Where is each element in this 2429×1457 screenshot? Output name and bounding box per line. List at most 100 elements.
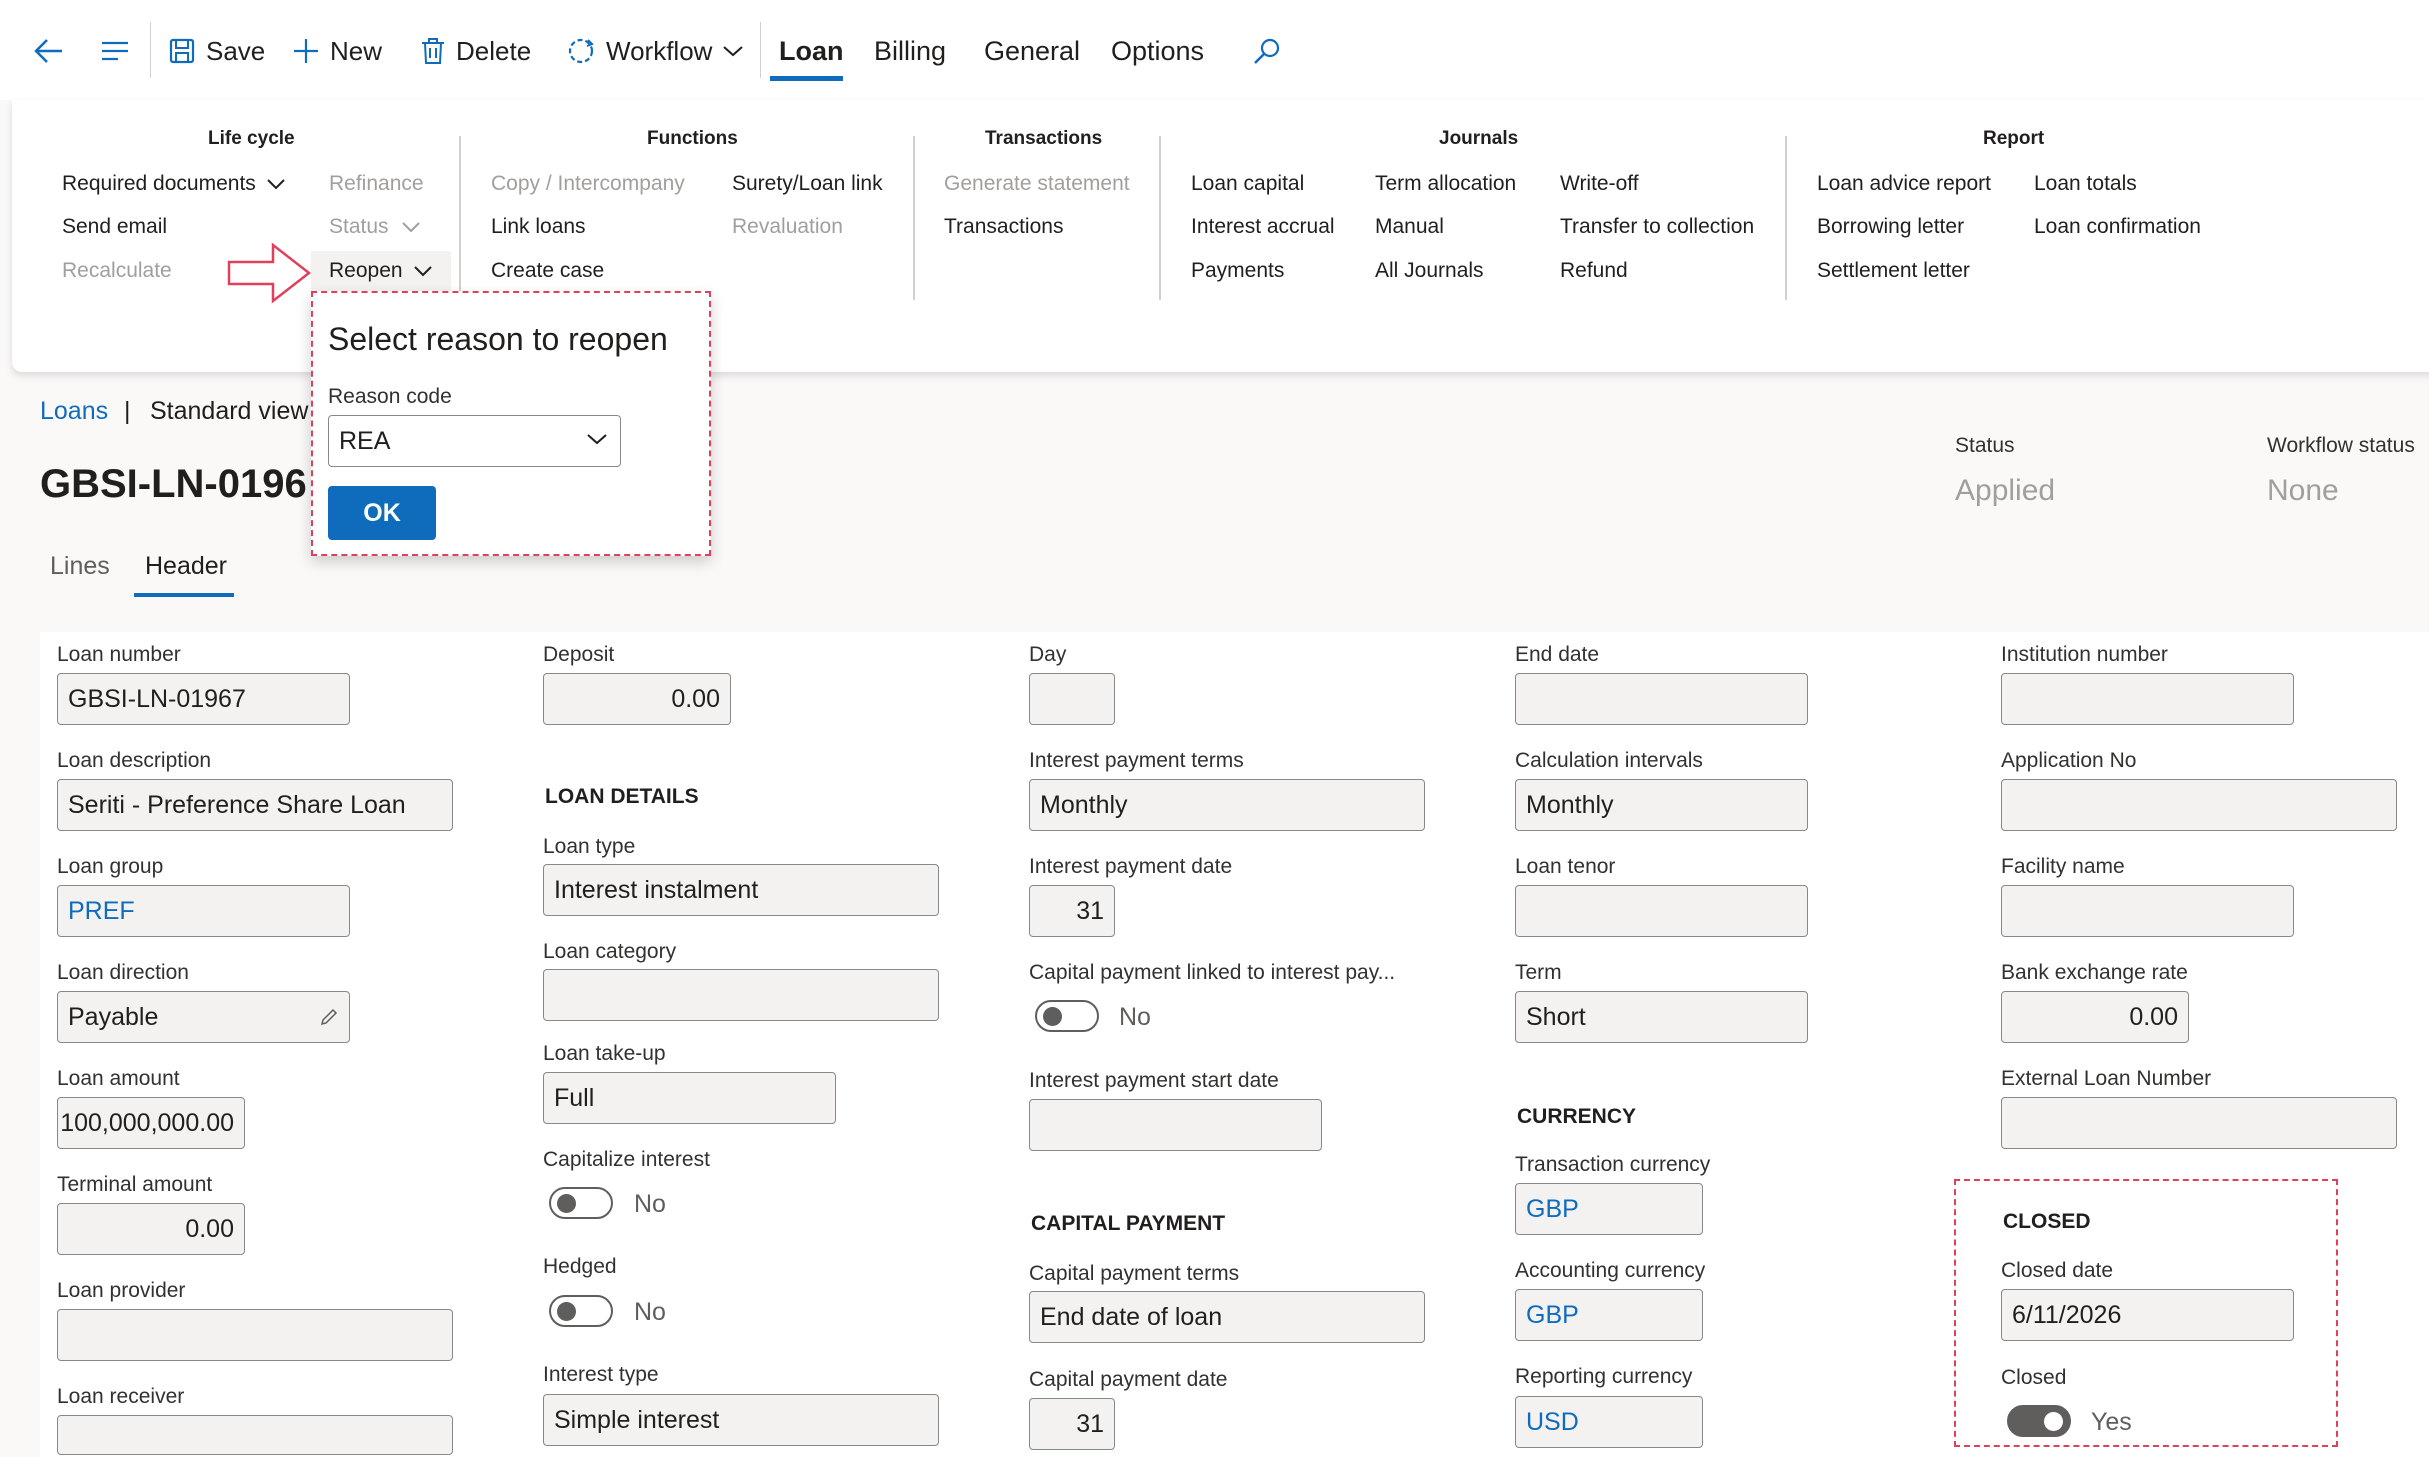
loan-takeup-field[interactable]: Full [543,1072,836,1124]
transfer-to-collection-button[interactable]: Transfer to collection [1560,215,1754,239]
loan-type-field[interactable]: Interest instalment [543,864,939,916]
transaction-currency-field[interactable]: GBP [1515,1183,1703,1235]
loan-receiver-field[interactable] [57,1415,453,1455]
payments-button[interactable]: Payments [1191,259,1284,283]
back-button[interactable] [34,28,74,74]
back-arrow-icon [34,39,62,63]
breadcrumb-view[interactable]: Standard view [150,397,308,426]
group-title-report: Report [1983,128,2045,149]
interest-start-date-field[interactable] [1029,1099,1322,1151]
loan-description-field[interactable]: Seriti - Preference Share Loan [57,779,453,831]
menu-button[interactable] [100,28,140,74]
calculation-intervals-field[interactable]: Monthly [1515,779,1808,831]
interest-type-label: Interest type [543,1363,659,1386]
status-label: Status [329,215,389,238]
closed-date-field[interactable]: 6/11/2026 [2001,1289,2294,1341]
reopen-button[interactable]: Reopen [329,259,433,283]
closed-toggle[interactable] [2007,1405,2071,1437]
tab-general[interactable]: General [984,28,1080,74]
send-email-button[interactable]: Send email [62,215,167,239]
recalculate-button[interactable]: Recalculate [62,259,172,283]
loan-direction-field[interactable]: Payable [57,991,350,1043]
tab-lines[interactable]: Lines [50,552,110,581]
status-button[interactable]: Status [329,215,421,239]
search-button[interactable] [1252,28,1292,74]
external-loan-number-field[interactable] [2001,1097,2397,1149]
settlement-letter-button[interactable]: Settlement letter [1817,259,1970,283]
end-date-field[interactable] [1515,673,1808,725]
tab-loan[interactable]: Loan [779,28,844,74]
hedged-toggle[interactable] [549,1295,613,1327]
reopen-label: Reopen [329,259,403,282]
terminal-amount-field[interactable]: 0.00 [57,1203,245,1255]
copy-intercompany-button[interactable]: Copy / Intercompany [491,172,685,196]
surety-loan-link-button[interactable]: Surety/Loan link [732,172,883,196]
accounting-currency-field[interactable]: GBP [1515,1289,1703,1341]
loan-number-field[interactable]: GBSI-LN-01967 [57,673,350,725]
group-title-functions: Functions [647,128,738,149]
interest-payment-date-field[interactable]: 31 [1029,885,1115,937]
tab-billing[interactable]: Billing [874,28,946,74]
ok-button[interactable]: OK [328,486,436,540]
create-case-button[interactable]: Create case [491,259,604,283]
calculation-intervals-label: Calculation intervals [1515,749,1703,772]
active-tab-indicator [134,593,234,597]
new-button[interactable]: New [292,28,382,74]
reason-code-select[interactable]: REA [328,415,621,467]
toolbar-divider [150,22,151,78]
workflow-icon [568,38,594,64]
all-journals-button[interactable]: All Journals [1375,259,1484,283]
loan-number-label: Loan number [57,643,181,666]
chevron-down-icon [723,46,744,57]
loan-category-field[interactable] [543,969,939,1021]
loan-type-label: Loan type [543,835,636,858]
interest-accrual-button[interactable]: Interest accrual [1191,215,1335,239]
loan-advice-report-button[interactable]: Loan advice report [1817,172,1991,196]
loan-totals-button[interactable]: Loan totals [2034,172,2137,196]
loan-direction-value: Payable [68,1002,159,1031]
required-documents-button[interactable]: Required documents [62,172,286,196]
revaluation-button[interactable]: Revaluation [732,215,843,239]
save-button[interactable]: Save [168,28,265,74]
loan-group-field[interactable]: PREF [57,885,350,937]
application-no-field[interactable] [2001,779,2397,831]
borrowing-letter-button[interactable]: Borrowing letter [1817,215,1964,239]
facility-name-field[interactable] [2001,885,2294,937]
loan-capital-button[interactable]: Loan capital [1191,172,1304,196]
tab-options[interactable]: Options [1111,28,1204,74]
term-allocation-button[interactable]: Term allocation [1375,172,1516,196]
loan-tenor-field[interactable] [1515,885,1808,937]
loan-confirmation-button[interactable]: Loan confirmation [2034,215,2201,239]
interest-payment-terms-label: Interest payment terms [1029,749,1244,772]
capital-linked-toggle[interactable] [1035,1000,1099,1032]
day-field[interactable] [1029,673,1115,725]
loan-category-label: Loan category [543,940,677,963]
transactions-button[interactable]: Transactions [944,215,1063,239]
reporting-currency-field[interactable]: USD [1515,1396,1703,1448]
loan-provider-field[interactable] [57,1309,453,1361]
capitalize-interest-toggle[interactable] [549,1187,613,1219]
generate-statement-button[interactable]: Generate statement [944,172,1130,196]
capital-payment-date-field[interactable]: 31 [1029,1398,1115,1450]
write-off-button[interactable]: Write-off [1560,172,1639,196]
refund-button[interactable]: Refund [1560,259,1628,283]
interest-payment-terms-field[interactable]: Monthly [1029,779,1425,831]
loan-amount-field[interactable]: 100,000,000.00 [57,1097,245,1149]
delete-button[interactable]: Delete [420,28,531,74]
bank-exchange-rate-field[interactable]: 0.00 [2001,991,2189,1043]
breadcrumb-loans-link[interactable]: Loans [40,397,108,426]
link-loans-button[interactable]: Link loans [491,215,586,239]
capital-payment-date-label: Capital payment date [1029,1368,1228,1391]
manual-button[interactable]: Manual [1375,215,1444,239]
workflow-button[interactable]: Workflow [566,28,754,74]
term-field[interactable]: Short [1515,991,1808,1043]
capital-payment-terms-field[interactable]: End date of loan [1029,1291,1425,1343]
tab-header[interactable]: Header [145,552,227,581]
deposit-field[interactable]: 0.00 [543,673,731,725]
action-bar: Save New Delete Workflow Loan Billing Ge… [0,0,2429,100]
institution-number-field[interactable] [2001,673,2294,725]
red-arrow-icon [227,242,312,304]
refinance-button[interactable]: Refinance [329,172,424,196]
capital-linked-label: Capital payment linked to interest pay..… [1029,961,1396,984]
interest-type-field[interactable]: Simple interest [543,1394,939,1446]
